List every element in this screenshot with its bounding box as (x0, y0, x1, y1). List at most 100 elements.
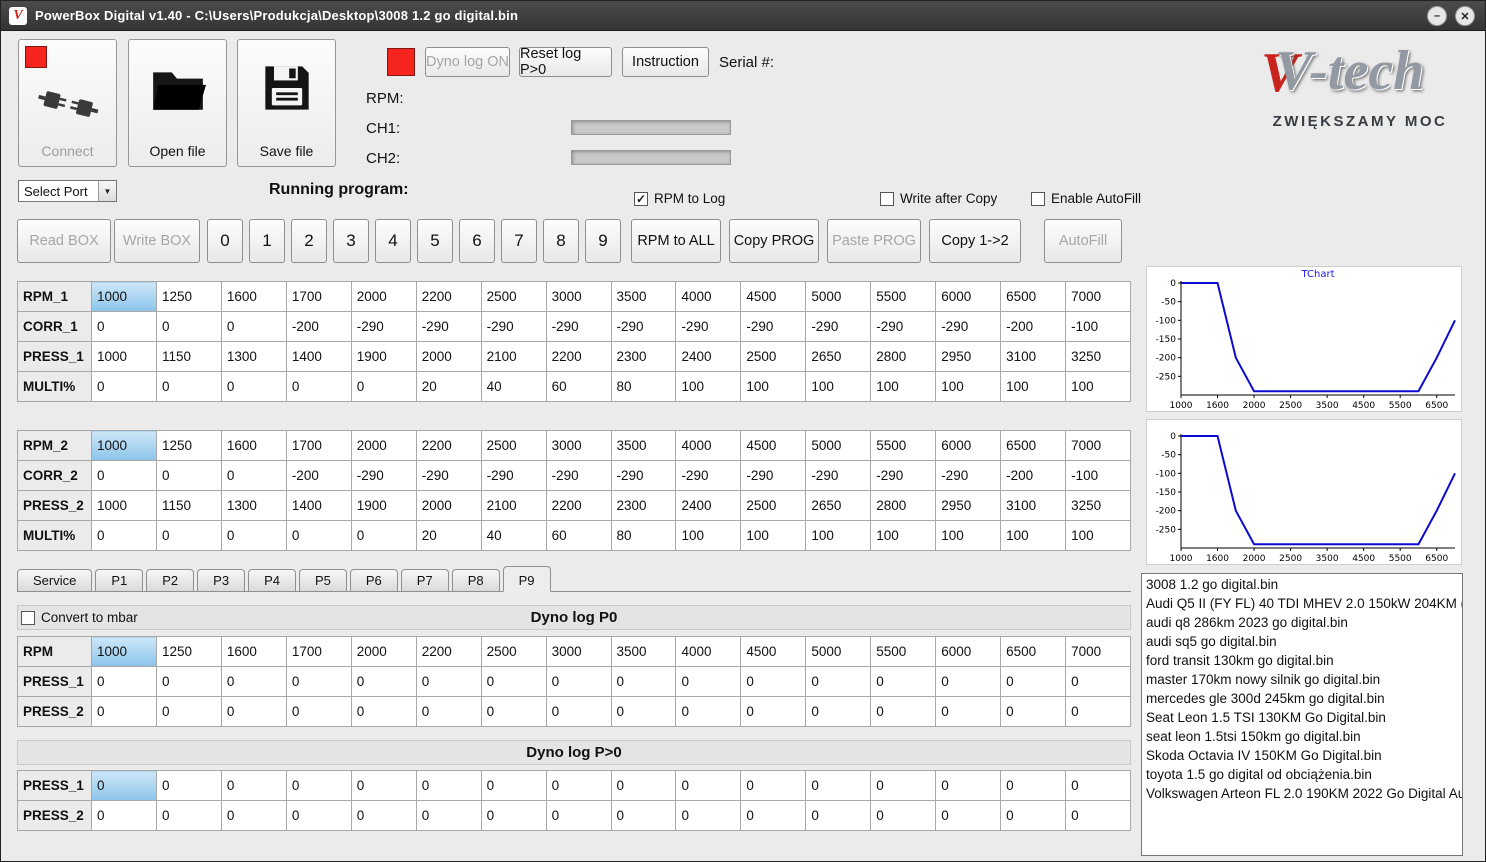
value-cell[interactable]: 0 (350, 666, 417, 697)
value-cell[interactable]: 0 (610, 800, 677, 831)
value-cell[interactable]: 0 (480, 666, 547, 697)
value-cell[interactable]: 2000 (350, 281, 417, 312)
value-cell[interactable]: -290 (415, 311, 482, 342)
value-cell[interactable]: 7000 (1065, 281, 1131, 312)
value-cell[interactable]: 3250 (1065, 490, 1131, 521)
value-cell[interactable]: -290 (675, 311, 742, 342)
value-cell[interactable]: 0 (1065, 800, 1131, 831)
file-list-item[interactable]: Audi Q5 II (FY FL) 40 TDI MHEV 2.0 150kW… (1142, 594, 1462, 613)
value-cell[interactable]: 100 (675, 520, 742, 551)
value-cell[interactable]: -290 (740, 460, 807, 491)
value-cell[interactable]: 0 (935, 800, 1002, 831)
autofill-button[interactable]: AutoFill (1044, 219, 1122, 263)
value-cell[interactable]: -290 (740, 311, 807, 342)
value-cell[interactable]: 0 (285, 371, 352, 402)
value-cell[interactable]: 0 (545, 800, 612, 831)
value-cell[interactable]: 6000 (935, 281, 1002, 312)
value-cell[interactable]: 0 (350, 696, 417, 727)
value-cell[interactable]: 4500 (740, 430, 807, 461)
value-cell[interactable]: 0 (1000, 800, 1067, 831)
value-cell[interactable]: 0 (675, 696, 742, 727)
value-cell[interactable]: 0 (870, 666, 937, 697)
read-box-button[interactable]: Read BOX (17, 219, 111, 263)
file-list-item[interactable]: Volkswagen Arteon FL 2.0 190KM 2022 Go D… (1142, 784, 1462, 803)
rpm-to-log-checkbox[interactable]: RPM to Log (634, 191, 725, 206)
value-cell[interactable]: 0 (1065, 696, 1131, 727)
value-cell[interactable]: 0 (805, 666, 872, 697)
value-cell[interactable]: 5500 (870, 430, 937, 461)
value-cell[interactable]: 1600 (220, 636, 287, 667)
value-cell[interactable]: 0 (155, 460, 222, 491)
file-list-item[interactable]: seat leon 1.5tsi 150km go digital.bin (1142, 727, 1462, 746)
value-cell[interactable]: 0 (155, 311, 222, 342)
enable-autofill-checkbox[interactable]: Enable AutoFill (1031, 191, 1141, 206)
value-cell[interactable]: 0 (155, 666, 222, 697)
value-cell[interactable]: 1150 (155, 490, 222, 521)
value-cell[interactable]: 1700 (285, 430, 352, 461)
value-cell[interactable]: 0 (350, 371, 417, 402)
value-cell[interactable]: -290 (935, 460, 1002, 491)
value-cell[interactable]: 1400 (285, 341, 352, 372)
value-cell[interactable]: -200 (285, 460, 352, 491)
value-cell[interactable]: 1300 (220, 490, 287, 521)
file-list-item[interactable]: toyota 1.5 go digital od obciążenia.bin (1142, 765, 1462, 784)
digit-button-0[interactable]: 0 (207, 219, 243, 263)
value-cell[interactable]: -290 (935, 311, 1002, 342)
value-cell[interactable]: -200 (1000, 311, 1067, 342)
value-cell[interactable]: 0 (285, 800, 352, 831)
digit-button-3[interactable]: 3 (333, 219, 369, 263)
value-cell[interactable]: 1400 (285, 490, 352, 521)
digit-button-2[interactable]: 2 (291, 219, 327, 263)
value-cell[interactable]: 2950 (935, 341, 1002, 372)
value-cell[interactable]: 0 (91, 311, 157, 342)
value-cell[interactable]: 0 (480, 696, 547, 727)
value-cell[interactable]: 2500 (480, 636, 547, 667)
value-cell[interactable]: 1600 (220, 430, 287, 461)
value-cell[interactable]: 0 (870, 696, 937, 727)
value-cell[interactable]: -290 (545, 460, 612, 491)
value-cell[interactable]: 0 (91, 371, 157, 402)
digit-button-6[interactable]: 6 (459, 219, 495, 263)
digit-button-4[interactable]: 4 (375, 219, 411, 263)
value-cell[interactable]: 2300 (610, 341, 677, 372)
value-cell[interactable]: 5500 (870, 281, 937, 312)
value-cell[interactable]: 3500 (610, 281, 677, 312)
value-cell[interactable]: -100 (1065, 311, 1131, 342)
value-cell[interactable]: 60 (545, 520, 612, 551)
value-cell[interactable]: 1000 (91, 341, 157, 372)
value-cell[interactable]: -290 (610, 311, 677, 342)
value-cell[interactable]: 3100 (1000, 341, 1067, 372)
value-cell[interactable]: 5500 (870, 636, 937, 667)
copy-1-to-2-button[interactable]: Copy 1->2 (929, 219, 1021, 263)
tab-p7[interactable]: P7 (400, 569, 449, 591)
tab-p6[interactable]: P6 (349, 569, 398, 591)
tab-p2[interactable]: P2 (146, 569, 195, 591)
value-cell[interactable]: 0 (220, 696, 287, 727)
value-cell[interactable]: 0 (155, 696, 222, 727)
value-cell[interactable]: 100 (740, 371, 807, 402)
value-cell[interactable]: -290 (870, 311, 937, 342)
value-cell[interactable]: 0 (415, 770, 482, 801)
value-cell[interactable]: 100 (935, 371, 1002, 402)
value-cell[interactable]: 1250 (155, 281, 222, 312)
value-cell[interactable]: -290 (805, 311, 872, 342)
value-cell[interactable]: 0 (1000, 666, 1067, 697)
value-cell[interactable]: 1250 (155, 636, 222, 667)
write-after-copy-checkbox[interactable]: Write after Copy (880, 191, 997, 206)
value-cell[interactable]: 3500 (610, 636, 677, 667)
digit-button-9[interactable]: 9 (585, 219, 621, 263)
value-cell[interactable]: 0 (1065, 770, 1131, 801)
minimize-button[interactable] (1427, 6, 1447, 26)
value-cell[interactable]: -290 (610, 460, 677, 491)
convert-to-mbar-checkbox[interactable]: Convert to mbar (21, 610, 138, 625)
value-cell[interactable]: 2800 (870, 341, 937, 372)
value-cell[interactable]: 40 (480, 520, 547, 551)
value-cell[interactable]: 0 (91, 696, 157, 727)
value-cell[interactable]: 2200 (415, 636, 482, 667)
value-cell[interactable]: 0 (1065, 666, 1131, 697)
value-cell[interactable]: 1250 (155, 430, 222, 461)
value-cell[interactable]: 5000 (805, 430, 872, 461)
value-cell[interactable]: 2200 (545, 490, 612, 521)
close-button[interactable] (1455, 6, 1475, 26)
save-file-button[interactable]: Save file (237, 39, 336, 167)
